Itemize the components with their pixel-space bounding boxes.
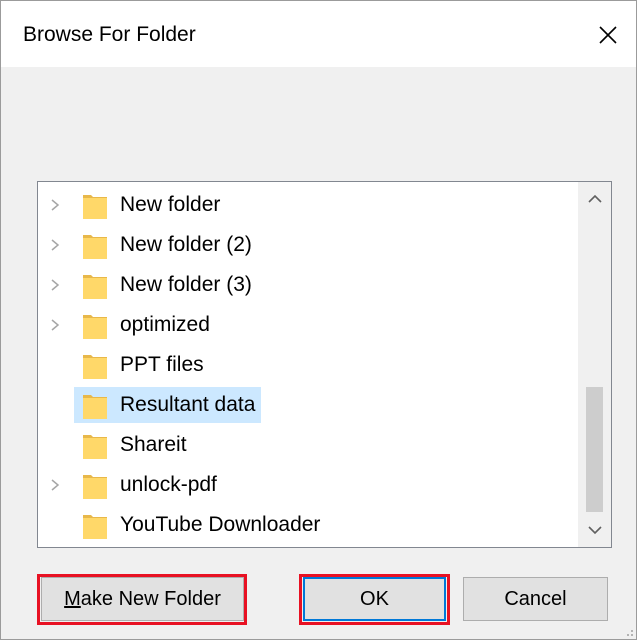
chevron-right-icon[interactable]	[48, 318, 62, 332]
close-icon	[599, 26, 617, 44]
tree-item-label: Shareit	[120, 433, 187, 456]
cancel-label: Cancel	[504, 587, 567, 610]
folder-tree[interactable]: New folder New folder (2) New folder (3) op…	[37, 181, 612, 548]
folder-icon	[83, 435, 107, 459]
folder-icon	[83, 515, 107, 539]
ok-highlight	[299, 574, 450, 625]
tree-item[interactable]: Shareit	[38, 426, 578, 464]
scroll-up-button[interactable]	[578, 182, 611, 216]
folder-icon	[83, 195, 107, 219]
tree-item[interactable]: New folder (2)	[38, 226, 578, 264]
tree-item-label: New folder (2)	[120, 233, 252, 256]
scroll-down-button[interactable]	[578, 513, 611, 547]
dialog-title: Browse For Folder	[23, 23, 196, 46]
chevron-right-icon[interactable]	[48, 238, 62, 252]
make-new-folder-highlight	[37, 574, 247, 625]
folder-icon	[83, 315, 107, 339]
folder-icon	[83, 355, 107, 379]
browse-for-folder-dialog: Browse For Folder New folder New folder (…	[0, 0, 637, 640]
folder-icon	[83, 395, 107, 419]
tree-item[interactable]: PPT files	[38, 346, 578, 384]
folder-icon	[83, 475, 107, 499]
tree-item[interactable]: unlock-pdf	[38, 466, 578, 504]
tree-item[interactable]: Resultant data	[38, 386, 578, 424]
tree-item[interactable]: optimized	[38, 306, 578, 344]
tree-item[interactable]: New folder	[38, 186, 578, 224]
vertical-scrollbar[interactable]	[578, 182, 611, 547]
chevron-up-icon	[587, 194, 602, 203]
chevron-right-icon[interactable]	[48, 478, 62, 492]
tree-item-label: PPT files	[120, 353, 204, 376]
chevron-right-icon[interactable]	[48, 198, 62, 212]
tree-item[interactable]: YouTube Downloader	[38, 506, 578, 544]
scrollbar-thumb[interactable]	[586, 387, 603, 512]
close-button[interactable]	[588, 15, 628, 55]
resize-grip-icon[interactable]	[622, 625, 634, 637]
cancel-button[interactable]: Cancel	[463, 577, 608, 621]
folder-icon	[83, 235, 107, 259]
tree-item-label: unlock-pdf	[120, 473, 217, 496]
tree-item[interactable]: New folder (3)	[38, 266, 578, 304]
tree-item-label: New folder	[120, 193, 221, 216]
chevron-down-icon	[587, 526, 602, 535]
chevron-right-icon[interactable]	[48, 278, 62, 292]
title-bar: Browse For Folder	[1, 1, 636, 67]
tree-item-label: YouTube Downloader	[120, 513, 321, 536]
tree-item-label: New folder (3)	[120, 273, 252, 296]
tree-item-label: optimized	[120, 313, 210, 336]
folder-icon	[83, 275, 107, 299]
tree-item-label: Resultant data	[120, 393, 256, 416]
